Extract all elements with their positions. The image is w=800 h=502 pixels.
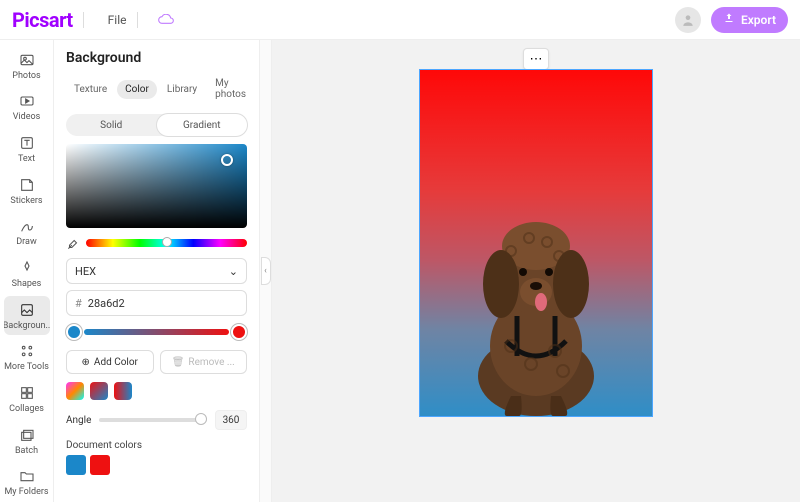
divider xyxy=(83,12,84,28)
gradient-preset-3[interactable] xyxy=(114,382,132,400)
panel-title: Background xyxy=(66,50,247,66)
divider xyxy=(137,12,138,28)
gradient-presets xyxy=(66,382,247,400)
doc-color-1[interactable] xyxy=(66,455,86,475)
angle-slider-handle[interactable] xyxy=(195,413,207,425)
upload-icon xyxy=(723,12,735,27)
collages-icon xyxy=(18,384,36,402)
hue-slider-handle[interactable] xyxy=(162,237,172,247)
file-menu[interactable]: File xyxy=(108,13,127,27)
rail-photos[interactable]: Photos xyxy=(4,46,50,86)
rail-more-tools[interactable]: More Tools xyxy=(4,337,50,377)
trash-icon: 🗑 xyxy=(172,357,185,368)
gradient-preset-2[interactable] xyxy=(90,382,108,400)
document-colors-label: Document colors xyxy=(66,440,247,451)
background-icon xyxy=(18,301,36,319)
angle-slider[interactable] xyxy=(99,418,207,422)
export-label: Export xyxy=(741,13,776,27)
angle-value[interactable]: 360 xyxy=(215,410,247,430)
toggle-solid[interactable]: Solid xyxy=(66,114,157,136)
rail-my-folders[interactable]: My Folders xyxy=(4,462,50,502)
add-color-button[interactable]: ⊕ Add Color xyxy=(66,350,154,374)
rail-draw[interactable]: Draw xyxy=(4,213,50,253)
app-logo: Picsart xyxy=(12,8,73,32)
rail-collages[interactable]: Collages xyxy=(4,379,50,419)
canvas-more-button[interactable]: ⋯ xyxy=(523,48,549,70)
gradient-bar[interactable] xyxy=(84,329,229,335)
toggle-gradient[interactable]: Gradient xyxy=(157,114,248,136)
photos-icon xyxy=(18,51,36,69)
color-picker-area[interactable] xyxy=(66,144,247,228)
rail-videos[interactable]: Videos xyxy=(4,88,50,128)
shapes-icon xyxy=(18,259,36,277)
rail-text[interactable]: Text xyxy=(4,129,50,169)
tab-my-photos[interactable]: My photos xyxy=(207,74,254,104)
rail-stickers[interactable]: Stickers xyxy=(4,171,50,211)
export-button[interactable]: Export xyxy=(711,7,788,33)
artboard[interactable] xyxy=(420,70,652,416)
hex-input[interactable] xyxy=(88,297,238,310)
gradient-preset-1[interactable] xyxy=(66,382,84,400)
hue-slider[interactable] xyxy=(86,239,247,247)
folder-icon xyxy=(18,467,36,485)
subject-image[interactable] xyxy=(451,196,621,416)
chevron-left-icon: ‹ xyxy=(261,257,271,285)
chevron-down-icon: ⌄ xyxy=(229,265,238,278)
fill-type-toggle[interactable]: Solid Gradient xyxy=(66,114,247,136)
canvas-area[interactable]: ⋯ xyxy=(272,40,800,502)
gradient-stop-track[interactable] xyxy=(66,324,247,340)
batch-icon xyxy=(18,426,36,444)
rail-shapes[interactable]: Shapes xyxy=(4,254,50,294)
draw-icon xyxy=(18,217,36,235)
doc-color-2[interactable] xyxy=(90,455,110,475)
text-icon xyxy=(18,134,36,152)
eyedropper-icon[interactable] xyxy=(66,236,80,250)
remove-color-button: 🗑 Remove ... xyxy=(160,350,248,374)
hex-input-row: # xyxy=(66,290,247,316)
left-rail: Photos Videos Text Stickers Draw Shapes … xyxy=(0,40,54,502)
tab-texture[interactable]: Texture xyxy=(66,80,115,99)
tab-library[interactable]: Library xyxy=(159,80,205,99)
user-avatar[interactable] xyxy=(675,7,701,33)
gradient-stop-1[interactable] xyxy=(66,324,82,340)
stickers-icon xyxy=(18,176,36,194)
hash-label: # xyxy=(75,297,82,310)
panel-collapse-toggle[interactable]: ‹ xyxy=(260,40,272,502)
videos-icon xyxy=(18,92,36,110)
panel-tabs: Texture Color Library My photos xyxy=(66,74,247,104)
plus-icon: ⊕ xyxy=(82,357,90,368)
background-panel: Background Texture Color Library My phot… xyxy=(54,40,260,502)
tab-color[interactable]: Color xyxy=(117,80,157,99)
gradient-stop-2[interactable] xyxy=(231,324,247,340)
more-tools-icon xyxy=(18,342,36,360)
color-picker-handle[interactable] xyxy=(221,154,233,166)
rail-batch[interactable]: Batch xyxy=(4,421,50,461)
top-bar: Picsart File Export xyxy=(0,0,800,40)
color-format-select[interactable]: HEX ⌄ xyxy=(66,258,247,284)
document-colors xyxy=(66,455,247,475)
rail-background[interactable]: Backgroun.. xyxy=(4,296,50,336)
cloud-sync-icon[interactable] xyxy=(158,14,174,26)
angle-label: Angle xyxy=(66,415,91,426)
